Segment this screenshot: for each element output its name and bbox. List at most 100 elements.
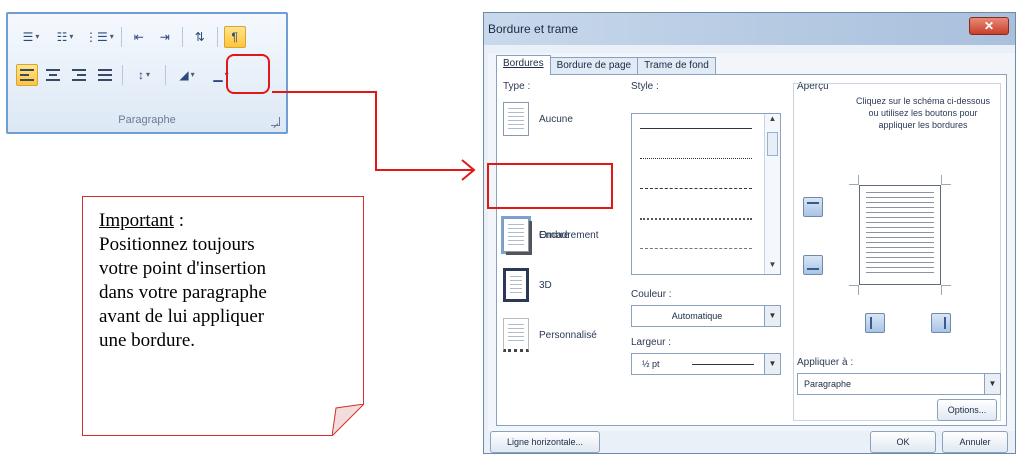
- chevron-down-icon[interactable]: ▼: [764, 306, 780, 326]
- color-value: Automatique: [671, 311, 723, 321]
- ok-button[interactable]: OK: [870, 431, 936, 453]
- align-right-button[interactable]: [68, 64, 90, 86]
- border-custom-icon: [503, 318, 529, 352]
- type-option-label: 3D: [539, 279, 552, 291]
- dialog-body: Bordures Bordure de page Trame de fond T…: [487, 53, 1015, 431]
- type-option-shadow[interactable]: Ombre: [503, 213, 621, 257]
- type-option-none[interactable]: Aucune: [503, 97, 621, 141]
- border-left-icon: [870, 317, 872, 329]
- dialog-tabs: Bordures Bordure de page Trame de fond: [496, 55, 716, 75]
- apply-to-label: Appliquer à :: [797, 357, 854, 368]
- scroll-up-icon[interactable]: ▲: [765, 114, 780, 128]
- ribbon-separator: [181, 27, 183, 47]
- note-line: avant de lui appliquer: [99, 306, 265, 327]
- decrease-indent-icon: ⇤: [133, 30, 144, 44]
- align-center-button[interactable]: [42, 64, 64, 86]
- style-dash-dot-dot-line[interactable]: [640, 248, 752, 249]
- chevron-down-icon[interactable]: ▼: [984, 374, 1000, 394]
- borders-shading-dialog: Bordure et trame ✕ Bordures Bordure de p…: [483, 12, 1016, 454]
- justify-icon: [98, 69, 112, 81]
- color-select[interactable]: Automatique ▼: [631, 305, 781, 327]
- bullets-button[interactable]: ☰: [16, 26, 46, 48]
- width-select[interactable]: ½ pt ▼: [631, 353, 781, 375]
- align-right-icon: [72, 69, 86, 81]
- top-border-button[interactable]: [803, 197, 823, 217]
- bottom-border-button[interactable]: [803, 255, 823, 275]
- style-solid-line[interactable]: [640, 128, 752, 129]
- note-line: Positionnez toujours: [99, 234, 255, 255]
- dialog-title: Bordure et trame: [488, 22, 579, 36]
- box-option-highlight: [487, 163, 613, 209]
- type-option-label: Aucune: [539, 113, 573, 125]
- scroll-down-icon[interactable]: ▼: [765, 260, 780, 274]
- line-spacing-button[interactable]: ↕: [129, 64, 159, 86]
- apply-to-select[interactable]: Paragraphe ▼: [797, 373, 1001, 395]
- line-spacing-icon: ↕: [137, 68, 144, 82]
- increase-indent-icon: ⇥: [159, 30, 170, 44]
- style-label: Style :: [631, 81, 659, 92]
- multilevel-list-icon: ⋮☰: [85, 30, 108, 44]
- style-scrollbar[interactable]: ▲ ▼: [764, 114, 780, 274]
- align-left-button[interactable]: [16, 64, 38, 86]
- color-label: Couleur :: [631, 289, 672, 300]
- style-dotted-line[interactable]: [640, 158, 752, 159]
- apply-to-value: Paragraphe: [804, 379, 852, 389]
- increase-indent-button[interactable]: ⇥: [154, 26, 176, 48]
- border-3d-icon: [503, 268, 529, 302]
- page-fold-corner: [332, 404, 364, 436]
- note-line: une bordure.: [99, 330, 196, 351]
- style-listbox[interactable]: ▲ ▼: [631, 113, 781, 275]
- sort-button[interactable]: ⇅: [189, 26, 211, 48]
- note-text: Important : Positionnez toujours votre p…: [99, 209, 353, 353]
- close-icon: ✕: [983, 19, 995, 33]
- tab-shading[interactable]: Trame de fond: [637, 57, 716, 75]
- close-button[interactable]: ✕: [969, 17, 1009, 35]
- type-option-label: Personnalisé: [539, 329, 597, 341]
- horizontal-line-button[interactable]: Ligne horizontale...: [490, 431, 600, 453]
- align-left-icon: [20, 69, 34, 81]
- border-none-icon: [503, 102, 529, 136]
- dialog-launcher-icon[interactable]: [271, 117, 280, 126]
- ribbon-row-lists: ☰ ☷ ⋮☰ ⇤ ⇥ ⇅ ¶: [16, 24, 246, 50]
- note-line: dans votre paragraphe: [99, 282, 267, 303]
- paint-bucket-icon: ◢: [179, 68, 189, 82]
- note-title-line: Important :: [99, 209, 353, 233]
- justify-button[interactable]: [94, 64, 116, 86]
- right-border-button[interactable]: [931, 313, 951, 333]
- style-dashed-line[interactable]: [640, 188, 752, 189]
- border-bottom-icon: [807, 268, 819, 270]
- border-shadow-icon: [503, 218, 529, 252]
- numbering-icon: ☷: [56, 30, 68, 44]
- note-title-suffix: :: [173, 210, 184, 231]
- type-option-3d[interactable]: 3D: [503, 263, 621, 307]
- options-button[interactable]: Options...: [937, 399, 997, 421]
- show-marks-button[interactable]: ¶: [223, 26, 246, 48]
- shading-button[interactable]: ◢: [172, 64, 202, 86]
- style-dash-dot-line[interactable]: [640, 218, 752, 220]
- tab-page-border[interactable]: Bordure de page: [549, 57, 639, 75]
- numbering-button[interactable]: ☷: [50, 26, 80, 48]
- type-option-label: Ombre: [539, 229, 570, 241]
- dialog-titlebar[interactable]: Bordure et trame ✕: [484, 13, 1015, 45]
- borders-button-highlight: [226, 54, 270, 94]
- sort-icon: ⇅: [194, 30, 205, 44]
- border-top-icon: [807, 202, 819, 204]
- cancel-button[interactable]: Annuler: [942, 431, 1008, 453]
- width-label: Largeur :: [631, 337, 672, 348]
- scroll-thumb[interactable]: [767, 132, 778, 156]
- ribbon-separator: [120, 27, 122, 47]
- preview-diagram[interactable]: [859, 185, 941, 285]
- width-line-sample: [692, 364, 754, 365]
- multilevel-list-button[interactable]: ⋮☰: [84, 26, 115, 48]
- ribbon-separator: [216, 27, 218, 47]
- borders-tab-page: Type : Aucune Encadrement Ombre 3D Perso…: [487, 74, 1007, 426]
- chevron-down-icon[interactable]: ▼: [764, 354, 780, 374]
- left-border-button[interactable]: [865, 313, 885, 333]
- tab-borders[interactable]: Bordures: [496, 55, 551, 75]
- ribbon-row-alignment: ↕ ◢ ▁: [16, 62, 236, 88]
- type-label: Type :: [503, 81, 531, 92]
- preview-corner-mark: [941, 285, 951, 295]
- decrease-indent-button[interactable]: ⇤: [128, 26, 150, 48]
- type-option-custom[interactable]: Personnalisé: [503, 313, 621, 357]
- ribbon-separator: [122, 65, 123, 85]
